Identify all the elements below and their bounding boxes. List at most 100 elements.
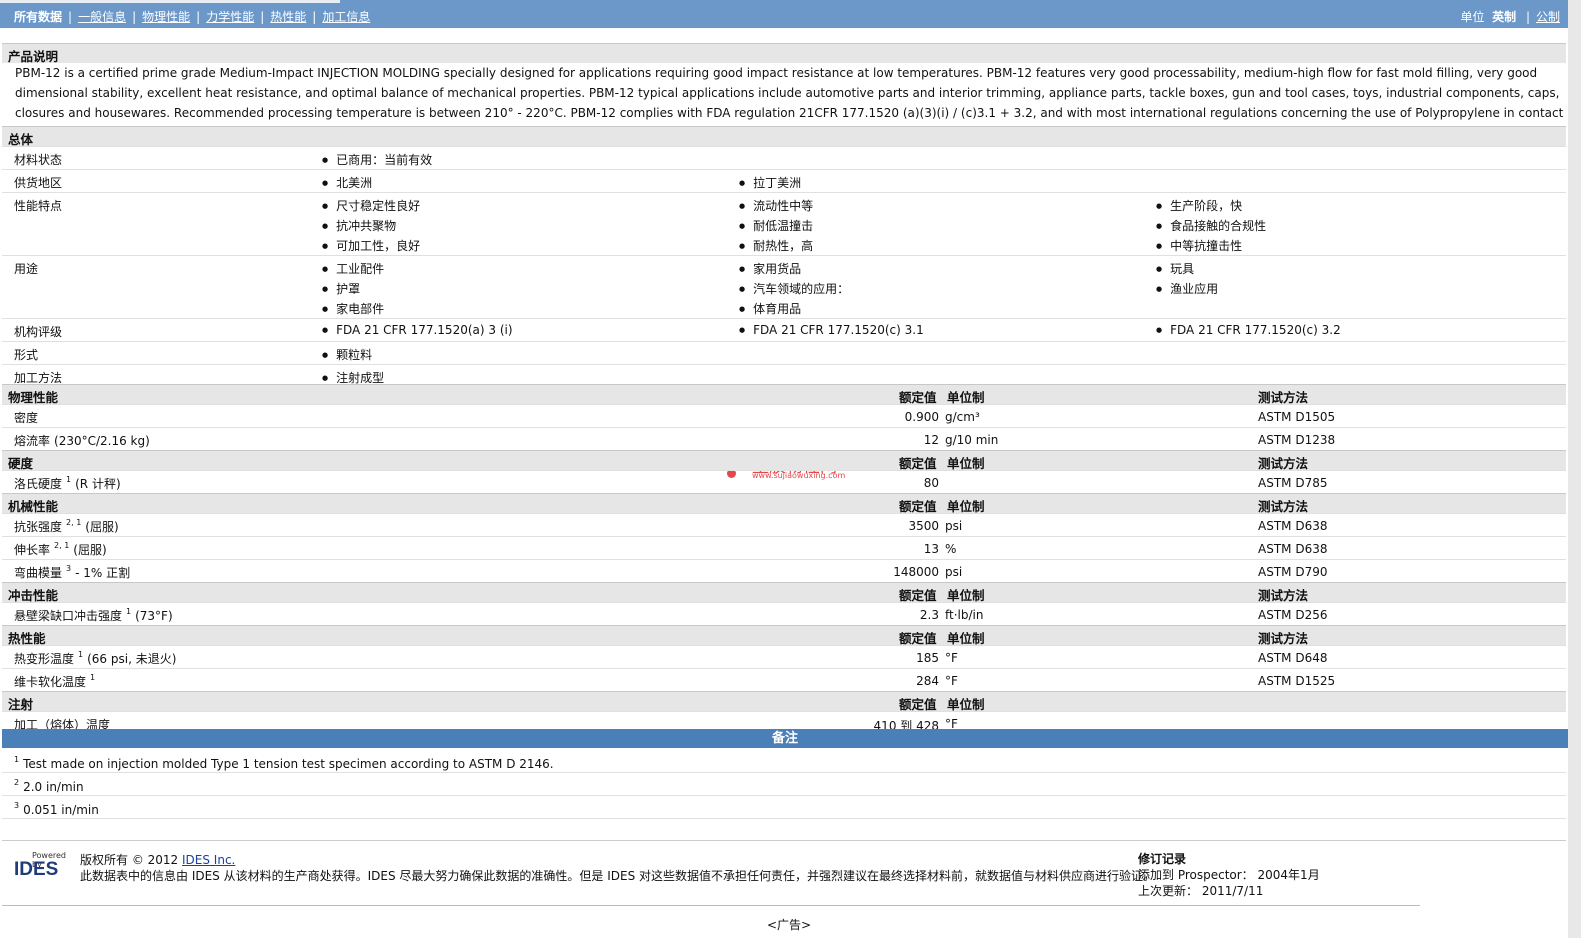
property-value: 284	[916, 674, 939, 688]
test-method: ASTM D1238	[1258, 433, 1336, 447]
property-row: 抗张强度 2, 1 (屈服) 3500 psi ASTM D638	[2, 513, 1566, 536]
test-method: ASTM D648	[1258, 651, 1328, 665]
ad-placeholder: <广告>	[767, 918, 812, 932]
test-method: ASTM D638	[1258, 542, 1328, 556]
units-label: 单位	[1460, 10, 1485, 24]
property-row: 熔流率 (230°C/2.16 kg) 12 g/10 min ASTM D1238	[2, 427, 1566, 450]
property-value: 2.3	[919, 608, 939, 622]
row-label: 形式	[14, 348, 39, 362]
section-header: 热性能 额定值 单位制 测试方法	[2, 625, 1566, 646]
bullet-list: 尺寸稳定性良好抗冲共聚物可加工性，良好	[322, 197, 420, 257]
note-reference: 1	[90, 673, 96, 682]
section-header: 硬度 额定值 单位制 测试方法	[2, 450, 1566, 471]
note-row: 3 0.051 in/min	[2, 796, 1566, 819]
note-text: Test made on injection molded Type 1 ten…	[23, 757, 554, 771]
ides-logo-text: IDES	[14, 859, 59, 880]
note-number: 1	[14, 755, 20, 764]
note-reference: 1	[126, 607, 132, 616]
property-row: 密度 0.900 g/cm³ ASTM D1505	[2, 404, 1566, 427]
browser-tab-strip	[0, 0, 340, 3]
bullet-list: 北美洲	[322, 174, 372, 194]
nav-link-all-data[interactable]: 所有数据	[14, 10, 62, 24]
notes-header: 备注	[2, 729, 1568, 748]
unit-metric-link[interactable]: 公制	[1536, 10, 1560, 24]
bullet-list: FDA 21 CFR 177.1520(c) 3.2	[1156, 323, 1341, 343]
ides-inc-link[interactable]: IDES Inc.	[182, 853, 235, 867]
property-value: 3500	[908, 519, 939, 533]
added-value: 2004年1月	[1257, 868, 1320, 882]
property-condition: (230°C/2.16 kg)	[54, 434, 150, 448]
bullet-item: 耐低温撞击	[739, 217, 813, 237]
bullet-list: 工业配件护罩家电部件	[322, 260, 384, 320]
note-reference: 1	[66, 475, 72, 484]
nav-link-mechanical[interactable]: 力学性能	[206, 10, 254, 24]
note-number: 3	[14, 801, 20, 810]
property-row: 维卡软化温度 1 284 °F ASTM D1525	[2, 668, 1566, 691]
bullet-list: FDA 21 CFR 177.1520(c) 3.1	[739, 323, 924, 343]
property-name: 密度	[14, 411, 39, 425]
bullet-item: 颗粒料	[322, 346, 372, 366]
bullet-item: 食品接触的合规性	[1156, 217, 1266, 237]
test-method: ASTM D790	[1258, 565, 1328, 579]
note-row: 2 2.0 in/min	[2, 773, 1566, 796]
bullet-list: 流动性中等耐低温撞击耐热性，高	[739, 197, 813, 257]
copyright: 版权所有 © 2012 IDES Inc.	[80, 851, 235, 868]
property-unit: g/10 min	[945, 433, 999, 447]
property-label: 密度	[14, 409, 38, 426]
note-number: 2	[14, 778, 20, 787]
property-row: 热变形温度 1 (66 psi, 未退火) 185 °F ASTM D648	[2, 645, 1566, 668]
top-nav-bar: 所有数据 | 一般信息 | 物理性能 | 力学性能 | 热性能 | 加工信息 单位 英制 | 公制	[0, 0, 1568, 28]
bullet-item: 家电部件	[322, 300, 384, 320]
note-reference: 2, 1	[66, 518, 82, 527]
property-value: 80	[923, 476, 939, 490]
bullet-item: FDA 21 CFR 177.1520(c) 3.1	[739, 323, 924, 343]
test-method: ASTM D785	[1258, 476, 1328, 490]
property-unit: g/cm³	[945, 410, 980, 424]
bullet-item: 工业配件	[322, 260, 384, 280]
copyright-text: 版权所有 © 2012	[80, 853, 179, 867]
bullet-item: 抗冲共聚物	[322, 217, 420, 237]
property-name: 抗张强度	[14, 520, 63, 534]
bullet-item: 尺寸稳定性良好	[322, 197, 420, 217]
bullet-list: FDA 21 CFR 177.1520(a) 3 (i)	[322, 323, 512, 343]
property-unit: ft·lb/in	[945, 608, 984, 622]
updated-label: 上次更新：	[1138, 884, 1199, 898]
test-method: ASTM D1505	[1258, 410, 1336, 424]
property-row: 弯曲模量 3- 1% 正割 148000 psi ASTM D790	[2, 559, 1566, 582]
nav-link-physical[interactable]: 物理性能	[142, 10, 190, 24]
property-name: 熔流率	[14, 434, 51, 448]
row-label: 性能特点	[14, 199, 63, 213]
nav-link-thermal[interactable]: 热性能	[270, 10, 306, 24]
property-unit: psi	[945, 519, 963, 533]
note-reference: 1	[78, 650, 84, 659]
property-row: 洛氏硬度 1 (R 计秤) 80 ASTM D785	[2, 470, 1566, 493]
bullet-list: 生产阶段，快食品接触的合规性中等抗撞击性	[1156, 197, 1266, 257]
property-label: 维卡软化温度 1	[14, 673, 95, 690]
row-label: 供货地区	[14, 176, 63, 190]
note-text: 2.0 in/min	[23, 780, 84, 794]
property-row: 伸长率 2, 1 (屈服) 13% ASTM D638	[2, 536, 1566, 559]
vertical-scrollbar[interactable]	[1568, 0, 1581, 938]
nav-link-general[interactable]: 一般信息	[78, 10, 126, 24]
bullet-item: 汽车领域的应用：	[739, 280, 849, 300]
nav-link-processing[interactable]: 加工信息	[322, 10, 370, 24]
general-row: 性能特点 尺寸稳定性良好抗冲共聚物可加工性，良好 流动性中等耐低温撞击耐热性，高 生产…	[2, 192, 1566, 256]
property-condition: (屈服)	[73, 543, 107, 557]
row-label: 机构评级	[14, 325, 63, 339]
bullet-item: 北美洲	[322, 174, 372, 194]
note-reference: 2, 1	[54, 541, 70, 550]
general-row: 形式 颗粒料	[2, 341, 1566, 365]
general-row: 供货地区 北美洲 拉丁美洲	[2, 169, 1566, 193]
bullet-list: 家用货品汽车领域的应用：体育用品	[739, 260, 849, 320]
bullet-item: 流动性中等	[739, 197, 813, 217]
property-row: 悬壁梁缺口冲击强度 1 (73°F) 2.3 ft·lb/in ASTM D256	[2, 602, 1566, 625]
unit-switcher: 单位 英制 | 公制	[1460, 10, 1560, 24]
ides-logo: Powered by IDES	[10, 851, 70, 880]
property-label: 弯曲模量 3- 1% 正割	[14, 564, 130, 581]
bullet-item: 中等抗撞击性	[1156, 237, 1266, 257]
footer-divider	[2, 905, 1420, 906]
bullet-list: 已商用：当前有效	[322, 151, 432, 171]
property-name: 弯曲模量	[14, 566, 63, 580]
property-condition: (73°F)	[135, 609, 173, 623]
note-text: 0.051 in/min	[23, 803, 99, 817]
